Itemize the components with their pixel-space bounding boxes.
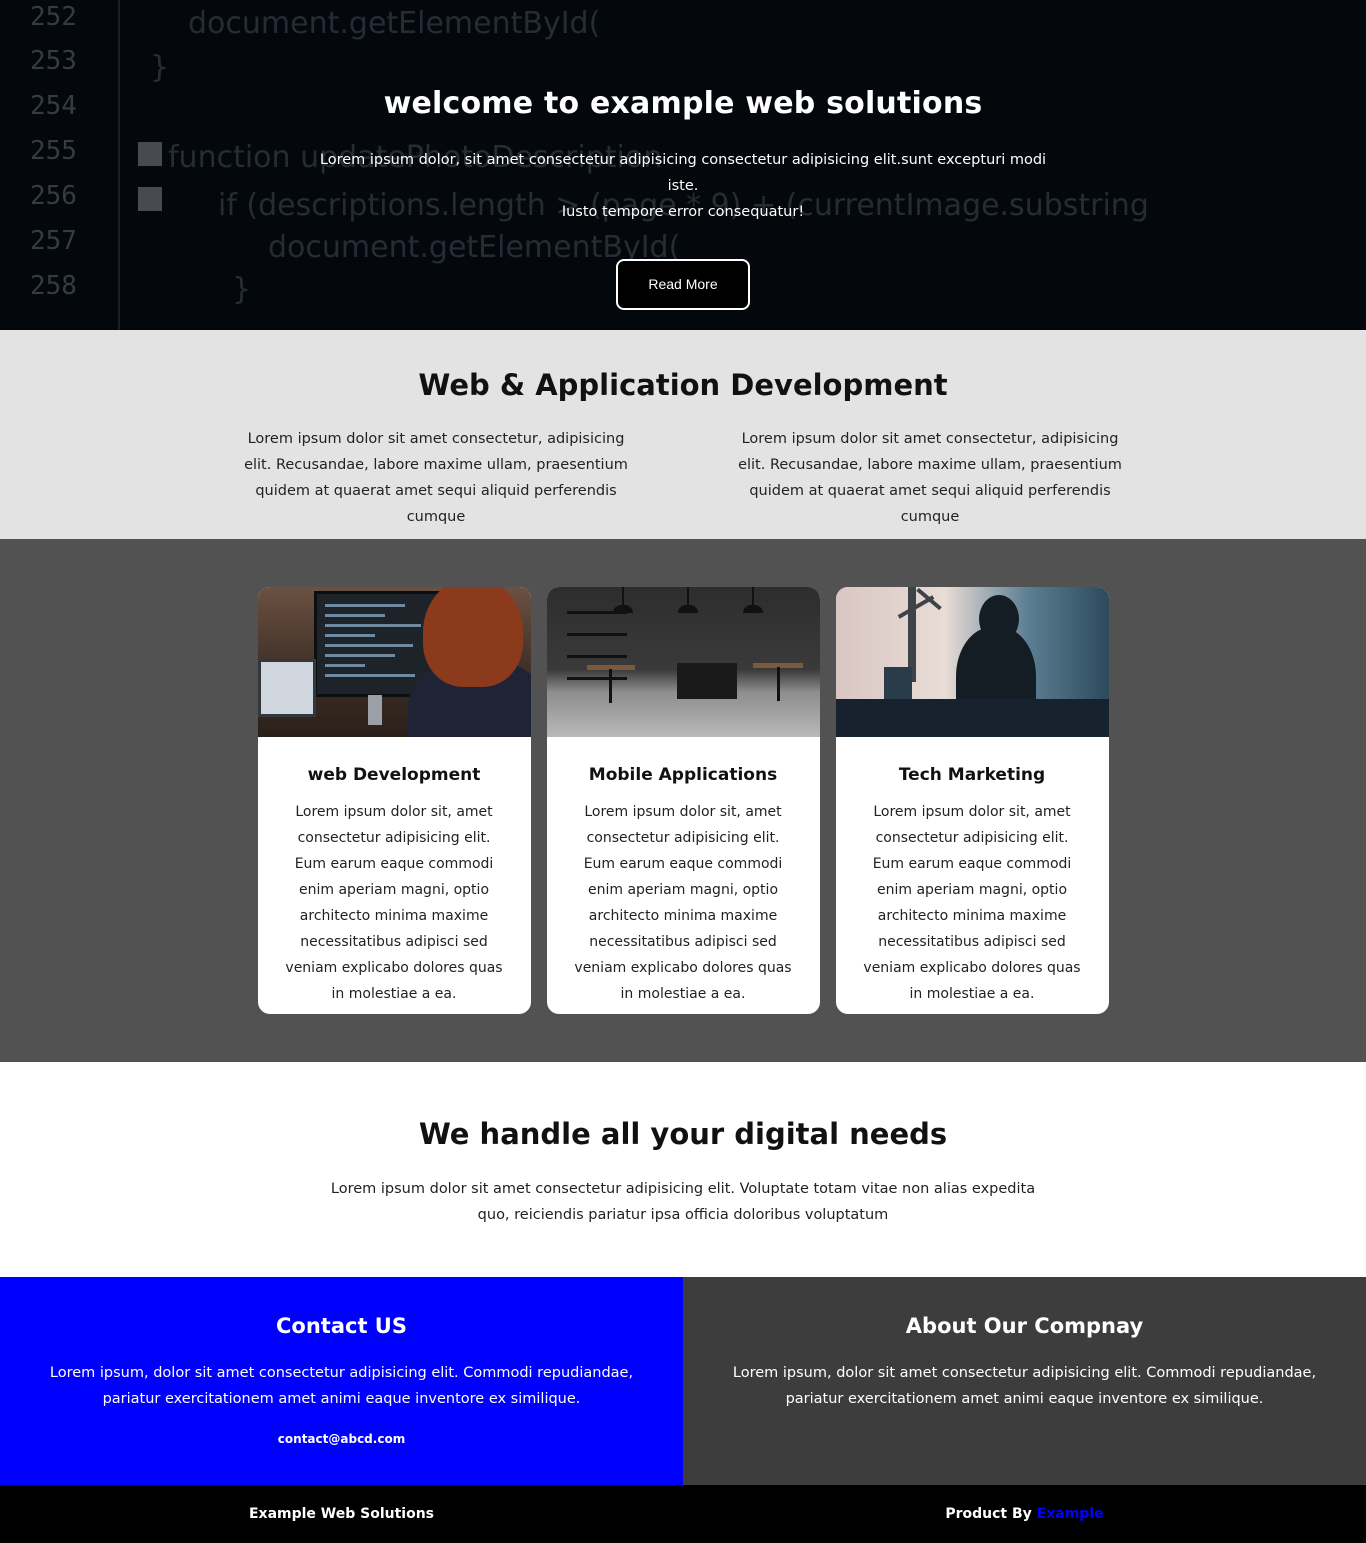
laptop-shape — [257, 659, 316, 717]
card-text: Lorem ipsum dolor sit, amet consectetur … — [574, 804, 792, 1002]
hero-text-line2: Iusto tempore error consequatur! — [561, 204, 805, 220]
dev-column-text: Lorem ipsum dolor sit amet consectetur, … — [244, 431, 628, 525]
about-panel: About Our Compnay Lorem ipsum, dolor sit… — [683, 1277, 1366, 1485]
footer-credit: Product By Example — [683, 1506, 1366, 1522]
dev-title: Web & Application Development — [418, 368, 948, 402]
contact-panel: Contact US Lorem ipsum, dolor sit amet c… — [0, 1277, 683, 1485]
dev-section: Web & Application Development Lorem ipsu… — [0, 330, 1366, 539]
card-text: Lorem ipsum dolor sit, amet consectetur … — [285, 804, 503, 1002]
card-title: Tech Marketing — [898, 765, 1046, 785]
card-title: web Development — [307, 765, 481, 785]
service-card-web-development: web Development Lorem ipsum dolor sit, a… — [257, 587, 531, 1014]
about-text: Lorem ipsum, dolor sit amet consectetur … — [732, 1365, 1317, 1407]
digital-title: We handle all your digital needs — [418, 1117, 948, 1151]
hero-text: Lorem ipsum dolor, sit amet consectetur … — [303, 147, 1063, 225]
dev-columns: Lorem ipsum dolor sit amet consectetur, … — [0, 426, 1366, 530]
hero-text-line1: Lorem ipsum dolor, sit amet consectetur … — [319, 152, 1047, 194]
read-more-button[interactable]: Read More — [616, 259, 750, 310]
card-title: Mobile Applications — [588, 765, 778, 785]
card-text: Lorem ipsum dolor sit, amet consectetur … — [863, 804, 1081, 1002]
footer-product-link[interactable]: Example — [1037, 1506, 1104, 1522]
hero-title: welcome to example web solutions — [383, 86, 983, 121]
card-image-mobile-applications — [546, 587, 820, 737]
contact-title: Contact US — [276, 1314, 407, 1338]
service-card-mobile-applications: Mobile Applications Lorem ipsum dolor si… — [546, 587, 820, 1014]
info-section: Contact US Lorem ipsum, dolor sit amet c… — [0, 1277, 1366, 1485]
cards-row: web Development Lorem ipsum dolor sit, a… — [0, 587, 1366, 1014]
contact-text: Lorem ipsum, dolor sit amet consectetur … — [49, 1365, 634, 1407]
services-section: web Development Lorem ipsum dolor sit, a… — [0, 539, 1366, 1062]
card-image-web-development — [257, 587, 531, 737]
service-card-tech-marketing: Tech Marketing Lorem ipsum dolor sit, am… — [835, 587, 1109, 1014]
dev-column-text: Lorem ipsum dolor sit amet consectetur, … — [738, 431, 1122, 525]
footer: Example Web Solutions Product By Example — [0, 1485, 1366, 1543]
digital-text: Lorem ipsum dolor sit amet consectetur a… — [330, 1181, 1036, 1223]
digital-section: We handle all your digital needs Lorem i… — [0, 1062, 1366, 1277]
about-title: About Our Compnay — [905, 1314, 1144, 1338]
footer-brand: Example Web Solutions — [248, 1506, 435, 1522]
footer-product-by: Product By — [945, 1506, 1032, 1522]
contact-email-link[interactable]: contact@abcd.com — [278, 1432, 405, 1446]
card-image-tech-marketing — [835, 587, 1109, 737]
hero-section: 252 document.getElementById( 253 } 254 2… — [0, 0, 1366, 330]
